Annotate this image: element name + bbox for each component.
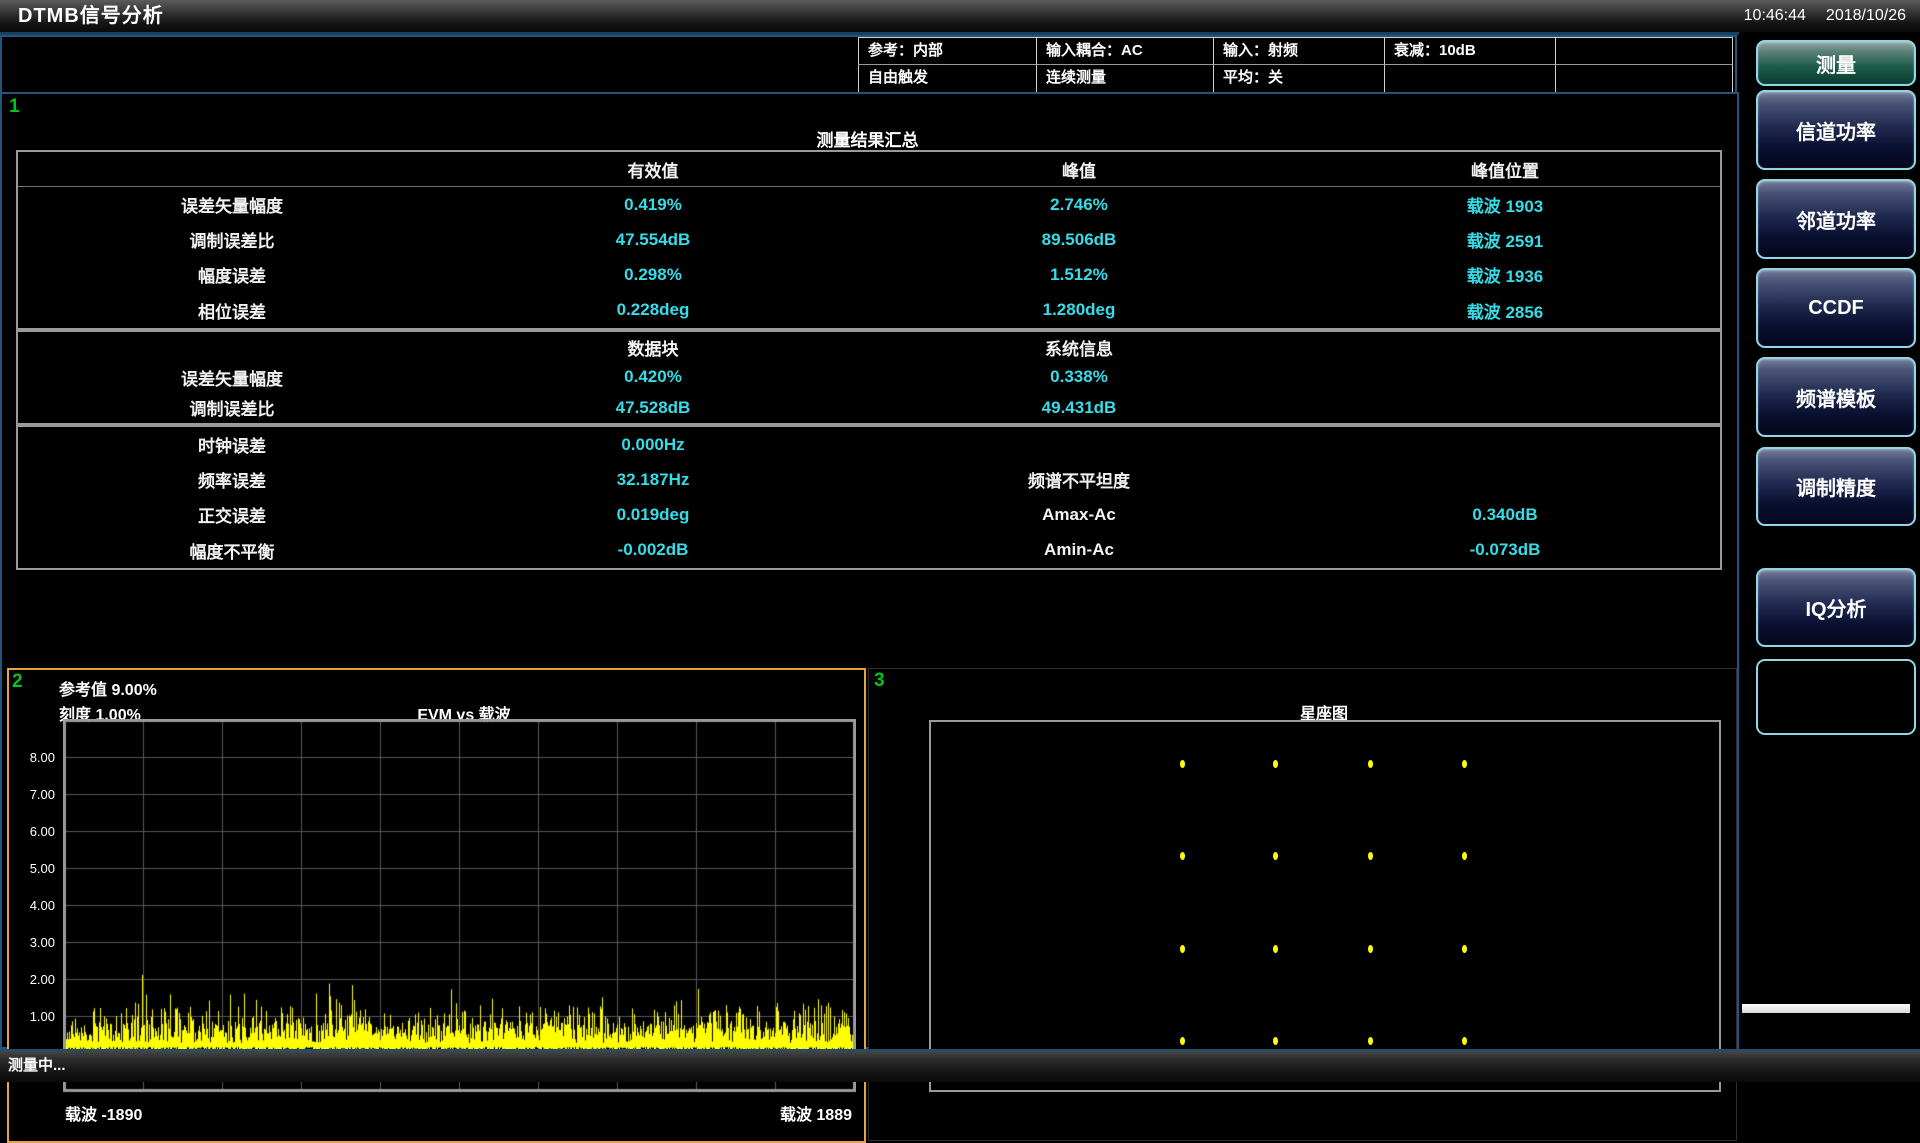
- title-bar: DTMB信号分析 10:46:44 2018/10/26: [0, 0, 1920, 35]
- evm-y-tick-label: 4.00: [11, 898, 55, 913]
- col-header-rms: 有效值: [498, 152, 808, 186]
- constellation-point: [1180, 760, 1185, 768]
- constellation-point: [1180, 852, 1185, 860]
- col-header-data-block: 数据块: [498, 332, 808, 362]
- measuring-status-text: 测量中...: [8, 1051, 66, 1080]
- constellation-point: [1368, 1037, 1373, 1045]
- time-text: 10:46:44: [1744, 0, 1806, 32]
- table-row: 调制误差比 47.554dB 89.506dB 载波 2591: [18, 222, 1720, 257]
- evm-x-axis-right-label: 载波 1889: [780, 1101, 852, 1125]
- flatness-header: 频谱不平坦度: [924, 462, 1234, 497]
- evm-y-tick-label: 6.00: [11, 824, 55, 839]
- status-cell-spare-1: [1384, 65, 1555, 92]
- sidebar-button-iq-analysis[interactable]: IQ分析: [1756, 568, 1916, 647]
- table-row: 正交误差 0.019deg Amax-Ac 0.340dB: [18, 497, 1720, 532]
- status-cell-trigger: 自由触发: [858, 65, 1036, 92]
- summary-section-rms-peak: 有效值 峰值 峰值位置 误差矢量幅度 0.419% 2.746% 载波 1903…: [18, 152, 1720, 328]
- constellation-point: [1273, 945, 1278, 953]
- constellation-point: [1368, 852, 1373, 860]
- constellation-point: [1180, 1037, 1185, 1045]
- table-row: 调制误差比 47.528dB 49.431dB: [18, 392, 1720, 423]
- constellation-point: [1273, 760, 1278, 768]
- table-row: 频率误差 32.187Hz 频谱不平坦度: [18, 462, 1720, 497]
- constellation-point: [1462, 945, 1467, 953]
- top-status-frame: 参考：内部 输入耦合：AC 输入：射频 衰减：10dB 自由触发 连续测量 平均…: [0, 35, 1737, 94]
- status-cell-input: 输入：射频: [1213, 38, 1384, 65]
- evm-x-axis-left-label: 载波 -1890: [65, 1101, 142, 1125]
- date-text: 2018/10/26: [1826, 0, 1906, 32]
- sidebar-button-channel-power[interactable]: 信道功率: [1756, 90, 1916, 170]
- constellation-point: [1273, 1037, 1278, 1045]
- sidebar-bottom-strip: [1742, 1004, 1910, 1013]
- constellation-point: [1368, 945, 1373, 953]
- col-header-peak: 峰值: [924, 152, 1234, 186]
- sidebar-button-mod-accuracy[interactable]: 调制精度: [1756, 447, 1916, 526]
- table-row: 误差矢量幅度 0.419% 2.746% 载波 1903: [18, 187, 1720, 222]
- clock: 10:46:44 2018/10/26: [1744, 0, 1906, 32]
- main-area: 1 测量结果汇总 有效值 峰值 峰值位置 误差矢量幅度 0.419% 2.746…: [0, 92, 1739, 1049]
- status-cell-spare-2: [1555, 65, 1733, 92]
- evm-y-tick-label: 2.00: [11, 972, 55, 987]
- table-row: 时钟误差 0.000Hz: [18, 427, 1720, 462]
- evm-y-tick-label: 5.00: [11, 861, 55, 876]
- evm-trace-plot: [63, 719, 856, 1093]
- constellation-point: [1462, 852, 1467, 860]
- evm-y-tick-label: 7.00: [11, 787, 55, 802]
- status-cell-average: 平均：关: [1213, 65, 1384, 92]
- sidebar-button-ccdf[interactable]: CCDF: [1756, 268, 1916, 348]
- constellation-point: [1368, 760, 1373, 768]
- table-row: 幅度不平衡 -0.002dB Amin-Ac -0.073dB: [18, 532, 1720, 568]
- constellation-point: [1273, 852, 1278, 860]
- sidebar-button-measure[interactable]: 测量: [1756, 40, 1916, 86]
- constellation-point: [1180, 945, 1185, 953]
- status-cell-sweep: 连续测量: [1036, 65, 1213, 92]
- panel-2-number: 2: [12, 671, 23, 693]
- evm-reference-label: 参考值 9.00%: [59, 676, 157, 700]
- status-cell-attenuation: 衰减：10dB: [1384, 38, 1555, 65]
- table-row: 相位误差 0.228deg 1.280deg 载波 2856: [18, 292, 1720, 328]
- sidebar-menu: 测量 信道功率 邻道功率 CCDF 频谱模板 调制精度 IQ分析: [1739, 32, 1920, 1080]
- sidebar-button-empty[interactable]: [1756, 659, 1916, 735]
- evm-y-tick-label: 1.00: [11, 1009, 55, 1024]
- summary-title: 测量结果汇总: [2, 126, 1733, 151]
- summary-table: 有效值 峰值 峰值位置 误差矢量幅度 0.419% 2.746% 载波 1903…: [16, 150, 1722, 570]
- sidebar-button-adjacent-power[interactable]: 邻道功率: [1756, 179, 1916, 259]
- panel-1-number: 1: [9, 96, 20, 118]
- col-header-peak-pos: 峰值位置: [1350, 152, 1660, 186]
- status-cell-reference: 参考：内部: [858, 38, 1036, 65]
- summary-section-errors: 时钟误差 0.000Hz 频率误差 32.187Hz 频谱不平坦度 正交误差 0…: [18, 423, 1720, 568]
- constellation-point: [1462, 760, 1467, 768]
- status-cell-spare-top: [1555, 38, 1733, 65]
- status-cell-coupling: 输入耦合：AC: [1036, 38, 1213, 65]
- sidebar-button-spectrum-mask[interactable]: 频谱模板: [1756, 357, 1916, 437]
- panel-3-number: 3: [874, 670, 885, 692]
- table-row: 误差矢量幅度 0.420% 0.338%: [18, 362, 1720, 392]
- constellation-point: [1462, 1037, 1467, 1045]
- col-header-system-info: 系统信息: [924, 332, 1234, 362]
- app-title: DTMB信号分析: [18, 0, 164, 32]
- summary-section-block-sys: 数据块 系统信息 误差矢量幅度 0.420% 0.338% 调制误差比 47.5…: [18, 328, 1720, 423]
- table-row: 幅度误差 0.298% 1.512% 载波 1936: [18, 257, 1720, 292]
- evm-y-tick-label: 8.00: [11, 750, 55, 765]
- bottom-status-bar: 测量中...: [0, 1049, 1920, 1082]
- evm-y-tick-label: 3.00: [11, 935, 55, 950]
- top-status-table: 参考：内部 输入耦合：AC 输入：射频 衰减：10dB 自由触发 连续测量 平均…: [858, 37, 1733, 93]
- constellation-plot-box: [929, 720, 1721, 1092]
